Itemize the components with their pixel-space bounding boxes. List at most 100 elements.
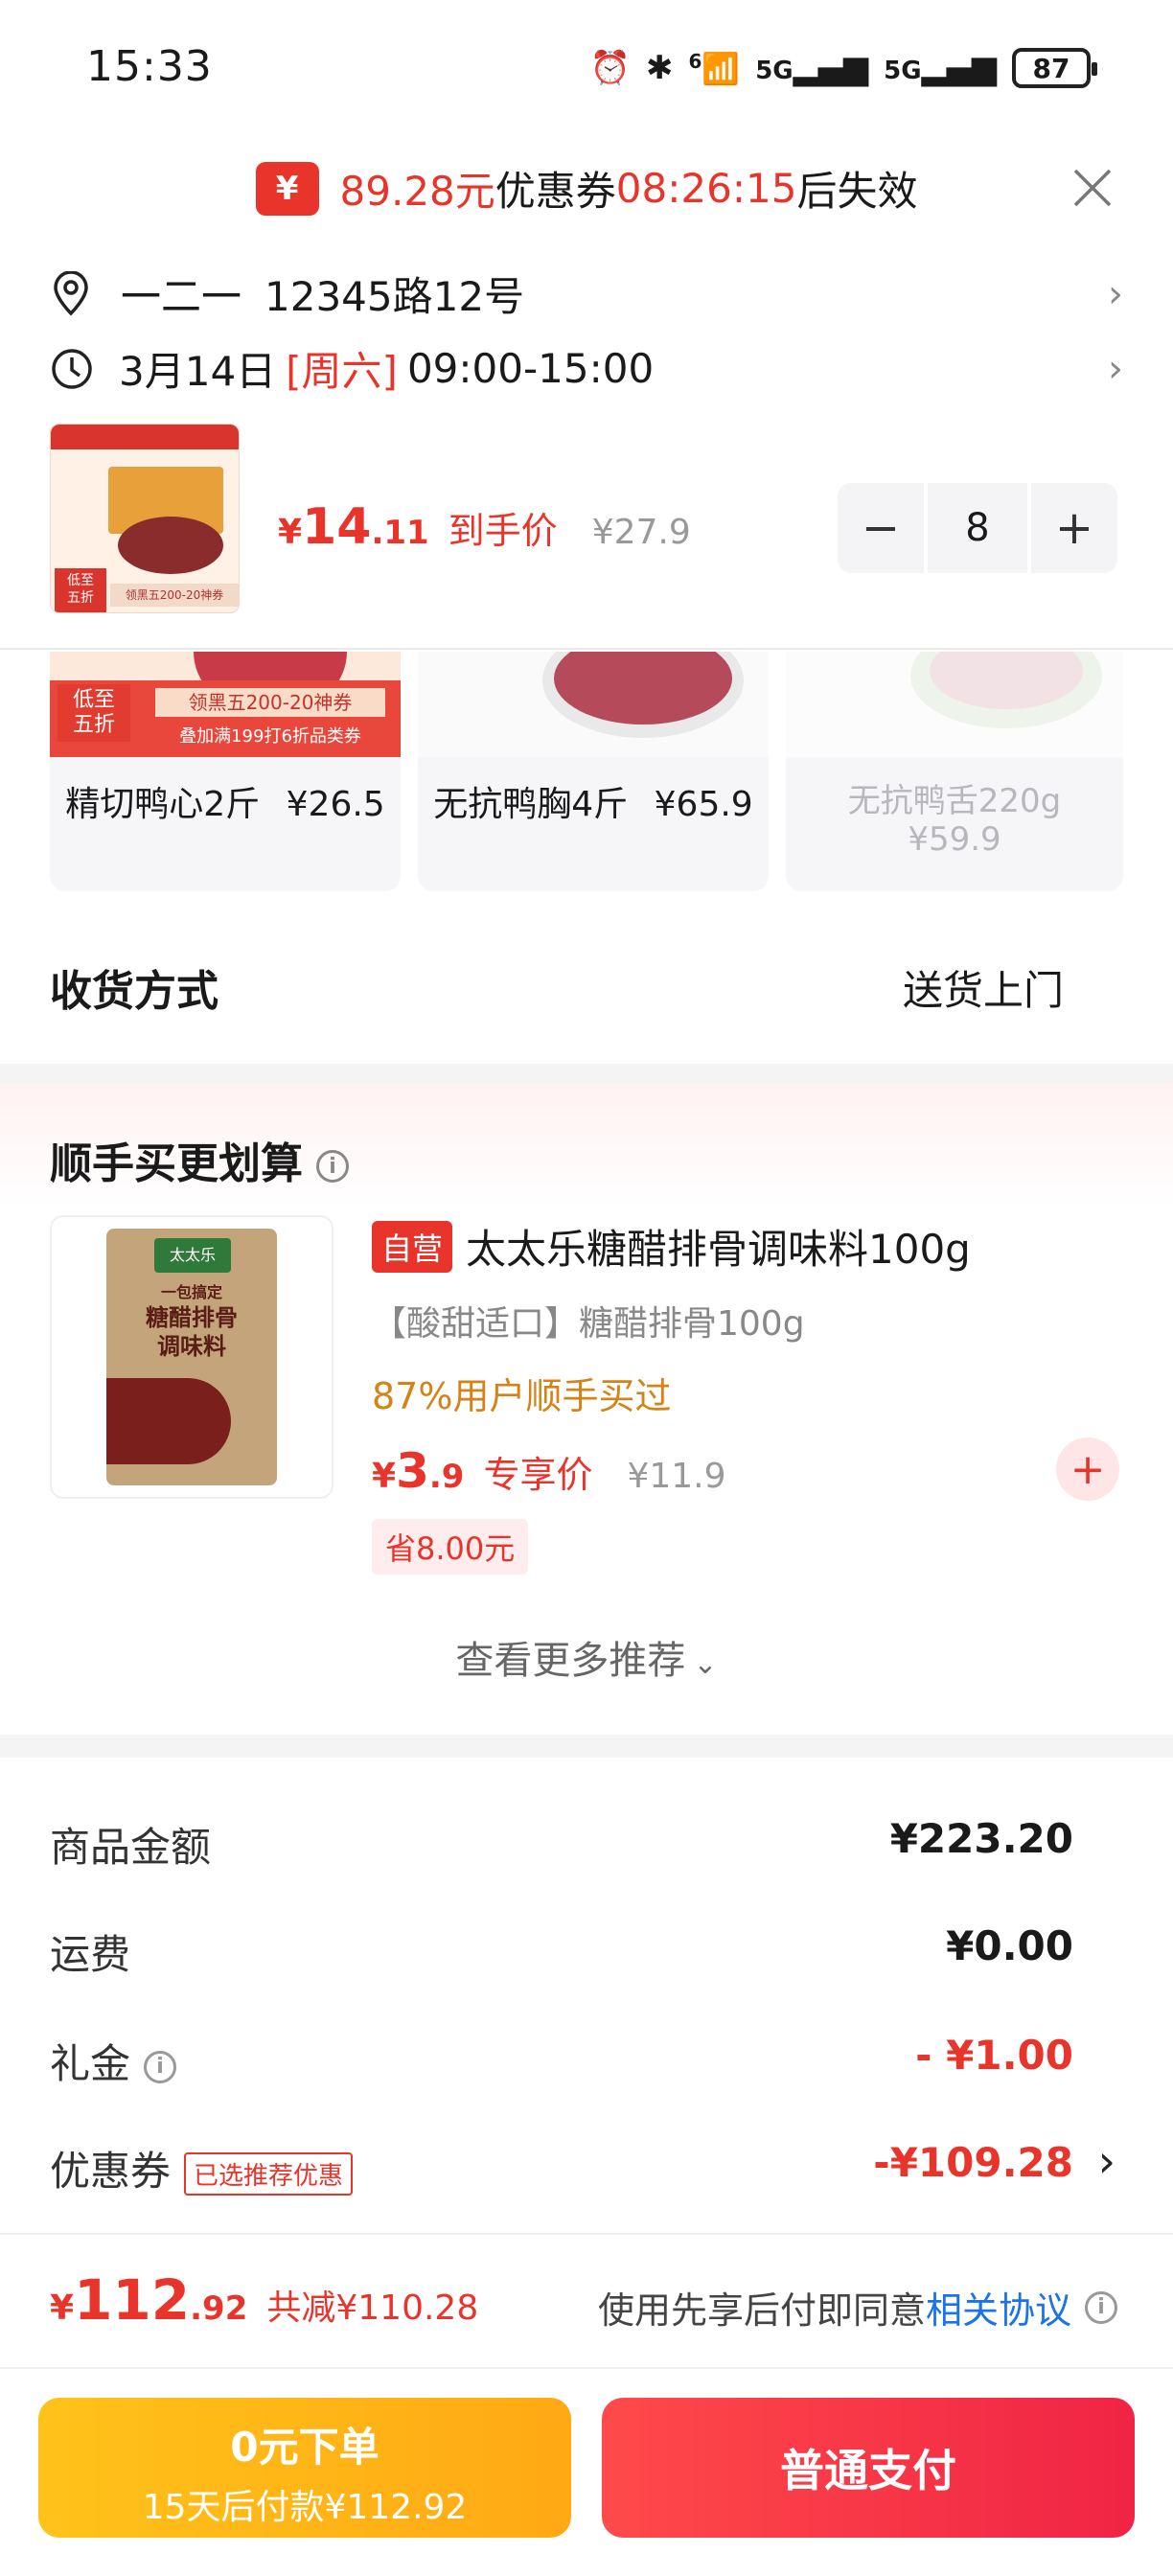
agreement-text: 使用先享后付即同意	[597, 2289, 926, 2332]
chevron-right-icon: ›	[1108, 271, 1123, 316]
carousel-item[interactable]: 无抗鸭胸4斤 ¥65.9	[418, 652, 769, 891]
quantity-value[interactable]: 8	[928, 483, 1027, 573]
pay-later-button[interactable]: 0元下单 15天后付款¥112.92	[38, 2398, 571, 2538]
pack-brand: 太太乐	[154, 1238, 231, 1273]
pay-later-subtitle: 15天后付款¥112.92	[142, 2488, 468, 2527]
total-reduced: 共减¥110.28	[266, 2288, 479, 2328]
chevron-right-icon[interactable]: ›	[1098, 2135, 1116, 2187]
original-price: ¥27.9	[591, 513, 691, 552]
product-price: ¥ 14 .11 到手价 ¥27.9	[278, 498, 691, 556]
address-row[interactable]: 一二一 12345路12号 ›	[50, 264, 1123, 323]
coupon-expiry-banner: ¥ 89.28元 优惠券 08:26:15 后失效	[0, 159, 1173, 218]
chevron-down-icon: ⌄	[693, 1647, 718, 1681]
agreement-link[interactable]: 相关协议	[926, 2281, 1071, 2334]
price-tag: 到手价	[448, 510, 558, 552]
goods-amount-value: ¥223.20	[889, 1815, 1073, 1862]
info-icon[interactable]: i	[1085, 2290, 1117, 2324]
divider	[0, 2367, 1173, 2369]
price-currency: ¥	[278, 513, 303, 552]
quantity-stepper[interactable]: − 8 +	[838, 483, 1117, 573]
recommended-coupon-tag: 已选推荐优惠	[184, 2152, 354, 2196]
product-thumbnail[interactable]: 低至 五折 领黑五200-20神券	[50, 424, 240, 613]
price-currency: ¥	[372, 1457, 397, 1496]
info-icon[interactable]: i	[144, 2050, 177, 2083]
cell-signal-icon: 5G▂▄▆	[755, 49, 869, 87]
self-operated-tag: 自营	[372, 1220, 453, 1273]
price-integer: 112	[74, 2267, 191, 2333]
gift-money-value: - ¥1.00	[915, 2032, 1073, 2079]
carousel-price: ¥65.9	[654, 785, 753, 824]
pack-line: 一包搞定	[160, 1283, 222, 1301]
carousel-name: 精切鸭心2斤	[65, 785, 261, 824]
gift-money-text: 礼金	[50, 2040, 131, 2087]
see-more-text: 查看更多推荐	[455, 1639, 686, 1683]
goods-amount-label: 商品金额	[50, 1824, 212, 1871]
pay-later-title: 0元下单	[230, 2424, 380, 2471]
carousel-caption: 无抗鸭舌220g ¥59.9	[786, 757, 1123, 859]
delivery-date: 3月14日	[119, 348, 277, 395]
info-icon[interactable]: i	[316, 1150, 349, 1183]
recommend-item-image[interactable]: 太太乐 一包搞定 糖醋排骨 调味料	[50, 1215, 334, 1499]
price-decimal: .11	[371, 514, 429, 552]
cell-signal-icon-2: 5G▂▄▆	[884, 49, 997, 87]
normal-pay-button[interactable]: 普通支付	[602, 2398, 1135, 2538]
carousel-name: 无抗鸭胸4斤	[433, 785, 629, 824]
shipping-label: 运费	[50, 1931, 131, 1978]
order-total: ¥ 112 .92 共减¥110.28	[50, 2267, 478, 2333]
recommend-item-price: ¥ 3 .9 专享价 ¥11.9	[372, 1443, 726, 1499]
battery-icon: 87	[1012, 48, 1097, 88]
pack-line: 调味料	[157, 1333, 226, 1360]
divider	[0, 2233, 1173, 2235]
alarm-icon: ⏰	[589, 49, 631, 87]
address-name: 一二一	[121, 273, 242, 320]
coupon-amount: 89.28元	[339, 168, 495, 215]
carousel-item[interactable]: 低至 五折 领黑五200-20神券 叠加满199打6折品类券 精切鸭心2斤 ¥2…	[50, 652, 401, 891]
coupon-label-text: 优惠券	[50, 2148, 172, 2195]
increment-button[interactable]: +	[1031, 483, 1117, 573]
decrement-button[interactable]: −	[838, 483, 924, 573]
recommend-title: 顺手买更划算 i	[50, 1129, 349, 1190]
recommend-item-subtitle: 【酸甜适口】糖醋排骨100g	[372, 1304, 805, 1344]
coupon-icon: ¥	[255, 161, 319, 216]
carousel-caption: 无抗鸭胸4斤 ¥65.9	[418, 757, 769, 826]
carousel-coupon-banner: 领黑五200-20神券	[155, 688, 385, 717]
section-separator	[0, 1735, 1173, 1758]
carousel-price: ¥26.5	[286, 785, 385, 824]
close-icon[interactable]	[1070, 165, 1116, 211]
recommend-item-title[interactable]: 自营 太太乐糖醋排骨调味料100g	[372, 1217, 971, 1276]
delivery-method-value[interactable]: 送货上门	[903, 958, 1064, 1017]
chevron-right-icon: ›	[1108, 346, 1123, 391]
price-decimal: .9	[428, 1458, 465, 1496]
savings-badge: 省8.00元	[372, 1519, 529, 1575]
carousel-item[interactable]: 无抗鸭舌220g ¥59.9	[786, 652, 1123, 891]
original-price: ¥11.9	[627, 1457, 726, 1496]
carousel-caption: 精切鸭心2斤 ¥26.5	[50, 757, 401, 826]
thumb-coupon-banner: 领黑五200-20神券	[110, 584, 239, 607]
bluetooth-icon: ✱	[645, 49, 674, 87]
shipping-value: ¥0.00	[946, 1922, 1073, 1969]
recommend-item-stat: 87%用户顺手买过	[372, 1375, 672, 1417]
see-more-link[interactable]: 查看更多推荐 ⌄	[0, 1629, 1173, 1685]
pack-text: 一包搞定 糖醋排骨 调味料	[106, 1282, 277, 1361]
price-integer: 3	[396, 1443, 429, 1499]
thumb-discount-badge: 低至 五折	[55, 568, 106, 612]
status-time: 15:33	[86, 42, 213, 91]
gift-money-label: 礼金 i	[50, 2032, 177, 2090]
pack-line: 糖醋排骨	[146, 1304, 238, 1331]
price-integer: 14	[302, 498, 372, 556]
clock-icon	[52, 348, 92, 389]
delivery-weekday: [周六]	[286, 348, 398, 395]
carousel-price: ¥59.9	[908, 820, 1001, 859]
carousel-name: 无抗鸭舌220g	[847, 782, 1062, 820]
carousel-discount-badge: 低至 五折	[58, 684, 130, 742]
coupon-countdown: 08:26:15	[615, 165, 797, 212]
coupon-label: 优惠券	[494, 168, 616, 215]
price-currency: ¥	[50, 2288, 75, 2328]
price-decimal: .92	[190, 2289, 248, 2328]
coupon-value[interactable]: -¥109.28	[873, 2139, 1073, 2186]
agreement-note: 使用先享后付即同意 相关协议 i	[598, 2281, 1117, 2334]
delivery-window: 09:00-15:00	[406, 345, 655, 392]
delivery-time-row[interactable]: 3月14日 [周六] 09:00-15:00 ›	[50, 339, 1123, 398]
add-to-order-button[interactable]: +	[1056, 1438, 1119, 1501]
delivery-method-label: 收货方式	[50, 967, 218, 1016]
